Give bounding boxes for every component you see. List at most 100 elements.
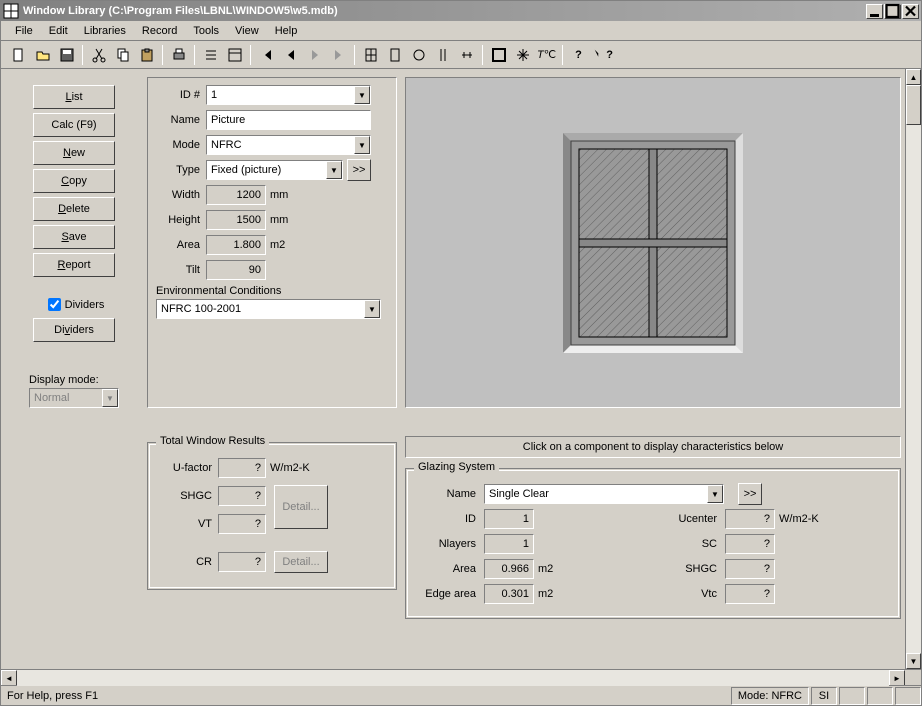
window-title: Window Library (C:\Program Files\LBNL\WI… [23,5,866,17]
glazing-more-button[interactable]: >> [738,483,762,505]
tilt-input[interactable]: 90 [206,260,266,280]
width-unit: mm [270,189,288,201]
glazing-id-label: ID [416,513,484,525]
glazing-legend: Glazing System [414,461,499,473]
detail-button-2[interactable]: Detail... [274,551,328,573]
first-record-icon[interactable] [255,44,278,66]
display-mode-dropdown: Normal ▼ [29,388,119,408]
chevron-down-icon[interactable]: ▼ [354,136,370,154]
calc-button[interactable]: Calc (F9) [33,113,115,137]
menu-record[interactable]: Record [134,23,185,39]
new-button[interactable]: New [33,141,115,165]
detail-button-1[interactable]: Detail... [274,485,328,529]
new-icon[interactable] [7,44,30,66]
total-window-results-panel: Total Window Results U-factor ? W/m2-K [147,442,397,590]
list-view-icon[interactable] [199,44,222,66]
height-input[interactable]: 1500 [206,210,266,230]
environ-lib-icon[interactable] [511,44,534,66]
scroll-down-icon[interactable]: ▼ [906,653,921,669]
left-button-column: List Calc (F9) New Copy Delete Save Repo… [9,77,139,408]
help-icon[interactable]: ? [567,44,590,66]
glazing-ucenter-value: ? [725,509,775,529]
divider-lib-icon[interactable] [487,44,510,66]
shgc-value: ? [218,486,266,506]
results-legend: Total Window Results [156,435,269,447]
detail-view-icon[interactable] [223,44,246,66]
delete-button[interactable]: Delete [33,197,115,221]
height-unit: mm [270,214,288,226]
horizontal-scrollbar[interactable]: ◄ ► [1,669,921,685]
chevron-down-icon[interactable]: ▼ [707,485,723,503]
window-preview[interactable] [405,77,901,408]
menu-help[interactable]: Help [267,23,306,39]
close-button[interactable] [902,4,919,19]
chevron-down-icon[interactable]: ▼ [364,300,380,318]
frame-lib-icon[interactable] [455,44,478,66]
type-dropdown[interactable]: Fixed (picture)▼ [206,160,343,180]
maximize-button[interactable] [884,4,901,19]
print-icon[interactable] [167,44,190,66]
app-icon [3,3,19,19]
glazing-name-dropdown[interactable]: Single Clear▼ [484,484,724,504]
next-record-icon[interactable] [303,44,326,66]
minimize-button[interactable] [866,4,883,19]
glazing-area-value: 0.966 [484,559,534,579]
id-label: ID # [156,89,206,101]
dividers-button[interactable]: Dividers [33,318,115,342]
menu-file[interactable]: File [7,23,41,39]
glazing-area-label: Area [416,563,484,575]
status-unit[interactable]: SI [811,687,837,705]
area-unit: m2 [270,239,285,251]
scroll-up-icon[interactable]: ▲ [906,69,921,85]
type-more-button[interactable]: >> [347,159,371,181]
glazing-edge-unit: m2 [538,588,553,600]
scroll-left-icon[interactable]: ◄ [1,670,17,686]
copy-button[interactable]: Copy [33,169,115,193]
menu-edit[interactable]: Edit [41,23,76,39]
prev-record-icon[interactable] [279,44,302,66]
glazing-system-panel: Glazing System Name Single Clear▼ >> [405,468,901,619]
glazing-name-label: Name [416,488,484,500]
cut-icon[interactable] [87,44,110,66]
menu-view[interactable]: View [227,23,267,39]
vt-value: ? [218,514,266,534]
copy-icon[interactable] [111,44,134,66]
glazing-lib-icon[interactable] [383,44,406,66]
env-cond-dropdown[interactable]: NFRC 100-2001▼ [156,299,381,319]
glazing-sc-label: SC [657,538,725,550]
scroll-corner [905,670,921,686]
scroll-right-icon[interactable]: ► [889,670,905,686]
gas-lib-icon[interactable] [431,44,454,66]
list-button[interactable]: List [33,85,115,109]
dividers-checkbox[interactable] [48,298,61,311]
save-icon[interactable] [55,44,78,66]
menu-libraries[interactable]: Libraries [76,23,134,39]
area-value: 1.800 [206,235,266,255]
context-help-icon[interactable]: ? [591,44,614,66]
width-label: Width [156,189,206,201]
toolbar: T℃ ? ? [1,41,921,69]
menu-tools[interactable]: Tools [185,23,227,39]
save-button[interactable]: Save [33,225,115,249]
chevron-down-icon[interactable]: ▼ [354,86,370,104]
menu-bar: File Edit Libraries Record Tools View He… [1,21,921,41]
open-icon[interactable] [31,44,54,66]
glazing-edge-value: 0.301 [484,584,534,604]
scroll-thumb[interactable] [906,85,921,125]
window-lib-icon[interactable] [359,44,382,66]
glass-lib-icon[interactable] [407,44,430,66]
report-button[interactable]: Report [33,253,115,277]
name-input[interactable]: Picture [206,110,371,130]
shade-lib-icon[interactable]: T℃ [535,44,558,66]
vertical-scrollbar[interactable]: ▲ ▼ [905,69,921,669]
chevron-down-icon[interactable]: ▼ [326,161,342,179]
status-empty-2 [867,687,893,705]
last-record-icon[interactable] [327,44,350,66]
ufactor-label: U-factor [158,462,218,474]
id-dropdown[interactable]: 1▼ [206,85,371,105]
type-label: Type [156,164,206,176]
shgc-label: SHGC [158,490,218,502]
paste-icon[interactable] [135,44,158,66]
width-input[interactable]: 1200 [206,185,266,205]
mode-dropdown[interactable]: NFRC▼ [206,135,371,155]
